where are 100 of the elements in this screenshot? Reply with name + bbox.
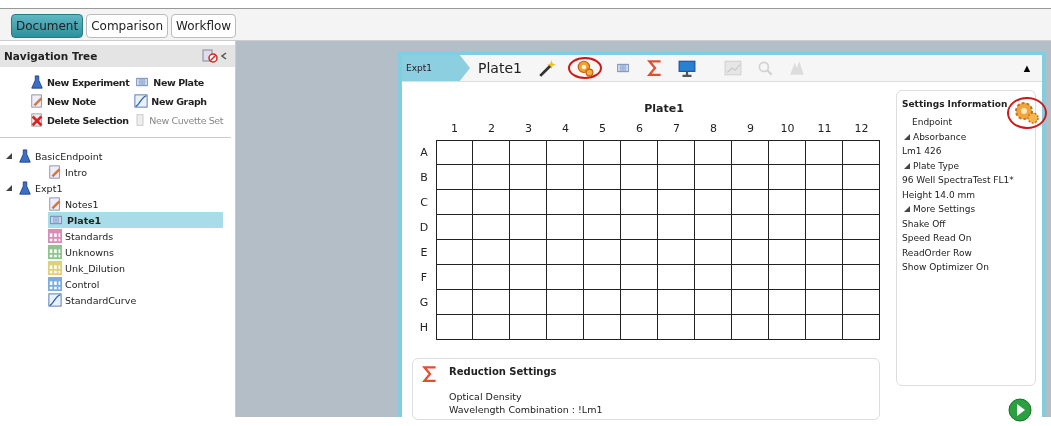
tree-item[interactable]: Control <box>48 276 104 292</box>
plate-well[interactable] <box>473 290 510 315</box>
plate-well[interactable] <box>843 265 880 290</box>
tree-item[interactable]: StandardCurve <box>48 292 141 308</box>
plate-well[interactable] <box>843 165 880 190</box>
plate-well[interactable] <box>658 165 695 190</box>
toolbar-button[interactable] <box>567 57 602 79</box>
plate-well[interactable] <box>732 190 769 215</box>
plate-well[interactable] <box>695 140 732 165</box>
plate-well[interactable] <box>806 215 843 240</box>
plate-well[interactable] <box>732 215 769 240</box>
breadcrumb[interactable]: Expt1 <box>402 55 470 81</box>
plate-well[interactable] <box>695 290 732 315</box>
plate-well[interactable] <box>732 290 769 315</box>
plate-well[interactable] <box>843 290 880 315</box>
plate-well[interactable] <box>843 240 880 265</box>
plate-well[interactable] <box>473 315 510 340</box>
plate-well[interactable] <box>473 165 510 190</box>
plate-well[interactable] <box>584 165 621 190</box>
expanded-triangle-icon[interactable] <box>904 133 910 140</box>
plate-well[interactable] <box>732 140 769 165</box>
plate-well[interactable] <box>473 240 510 265</box>
plate-well[interactable] <box>695 315 732 340</box>
plate-well[interactable] <box>658 315 695 340</box>
plate-well[interactable] <box>621 290 658 315</box>
plate-well[interactable] <box>621 165 658 190</box>
plate-well[interactable] <box>510 140 547 165</box>
plate-well[interactable] <box>473 215 510 240</box>
plate-well[interactable] <box>843 215 880 240</box>
plate-well[interactable] <box>621 215 658 240</box>
plate-well[interactable] <box>843 190 880 215</box>
tree-item[interactable]: Plate1 <box>48 212 223 228</box>
plate-well[interactable] <box>732 165 769 190</box>
plate-well[interactable] <box>658 190 695 215</box>
plate-well[interactable] <box>769 290 806 315</box>
plate-well[interactable] <box>436 240 473 265</box>
tab[interactable]: Comparison <box>86 14 169 38</box>
plate-well[interactable] <box>621 240 658 265</box>
plate-well[interactable] <box>658 240 695 265</box>
run-play-icon[interactable] <box>1008 398 1032 422</box>
plate-well[interactable] <box>473 265 510 290</box>
plate-well[interactable] <box>843 315 880 340</box>
plate-well[interactable] <box>621 265 658 290</box>
tree-item[interactable]: BasicEndpoint <box>18 148 107 164</box>
toolbar-action[interactable]: Delete Selection <box>30 113 130 127</box>
plate-well[interactable] <box>547 190 584 215</box>
plate-well[interactable] <box>621 315 658 340</box>
plate-well[interactable] <box>436 290 473 315</box>
filter-off-icon[interactable] <box>202 49 218 63</box>
plate-well[interactable] <box>769 140 806 165</box>
plate-well[interactable] <box>547 290 584 315</box>
plate-well[interactable] <box>658 140 695 165</box>
plate-well[interactable] <box>436 215 473 240</box>
plate-well[interactable] <box>695 215 732 240</box>
plate-well[interactable] <box>584 290 621 315</box>
plate-well[interactable] <box>584 190 621 215</box>
plate-well[interactable] <box>732 265 769 290</box>
expanded-triangle-icon[interactable] <box>904 206 910 213</box>
plate-well[interactable] <box>547 140 584 165</box>
tree-item[interactable]: Intro <box>48 164 92 180</box>
collapse-chevron-icon[interactable] <box>221 52 227 60</box>
plate-well[interactable] <box>843 140 880 165</box>
plate-well[interactable] <box>769 165 806 190</box>
plate-well[interactable] <box>436 140 473 165</box>
plate-well[interactable] <box>658 265 695 290</box>
toolbar-action[interactable]: New Plate <box>134 75 224 89</box>
plate-well[interactable] <box>621 140 658 165</box>
plate-well[interactable] <box>658 290 695 315</box>
tab[interactable]: Workflow <box>171 14 237 38</box>
plate-well[interactable] <box>806 140 843 165</box>
plate-well[interactable] <box>769 215 806 240</box>
settings-section[interactable]: Absorbance <box>913 129 967 144</box>
plate-well[interactable] <box>695 265 732 290</box>
plate-well[interactable] <box>621 190 658 215</box>
tab[interactable]: Document <box>11 14 84 38</box>
tree-item[interactable]: Standards <box>48 228 118 244</box>
plate-well[interactable] <box>510 265 547 290</box>
tree-item[interactable]: Expt1 <box>18 180 67 196</box>
plate-well[interactable] <box>510 290 547 315</box>
plate-well[interactable] <box>436 190 473 215</box>
expand-arrow-icon[interactable] <box>6 185 12 191</box>
tree-item[interactable]: Unk_Dilution <box>48 260 130 276</box>
plate-well[interactable] <box>769 315 806 340</box>
plate-well[interactable] <box>769 240 806 265</box>
plate-well[interactable] <box>510 215 547 240</box>
plate-well[interactable] <box>510 240 547 265</box>
plate-well[interactable] <box>436 165 473 190</box>
toolbar-action[interactable]: New Graph <box>134 94 224 108</box>
plate-well[interactable] <box>732 315 769 340</box>
collapse-button[interactable]: ▲ <box>1016 57 1038 79</box>
plate-well[interactable] <box>584 265 621 290</box>
plate-well[interactable] <box>547 315 584 340</box>
plate-well[interactable] <box>584 315 621 340</box>
plate-well[interactable] <box>510 315 547 340</box>
plate-well[interactable] <box>695 165 732 190</box>
plate-well[interactable] <box>473 190 510 215</box>
plate-well[interactable] <box>547 240 584 265</box>
tree-item[interactable]: Notes1 <box>48 196 103 212</box>
plate-well[interactable] <box>510 165 547 190</box>
plate-well[interactable] <box>806 290 843 315</box>
